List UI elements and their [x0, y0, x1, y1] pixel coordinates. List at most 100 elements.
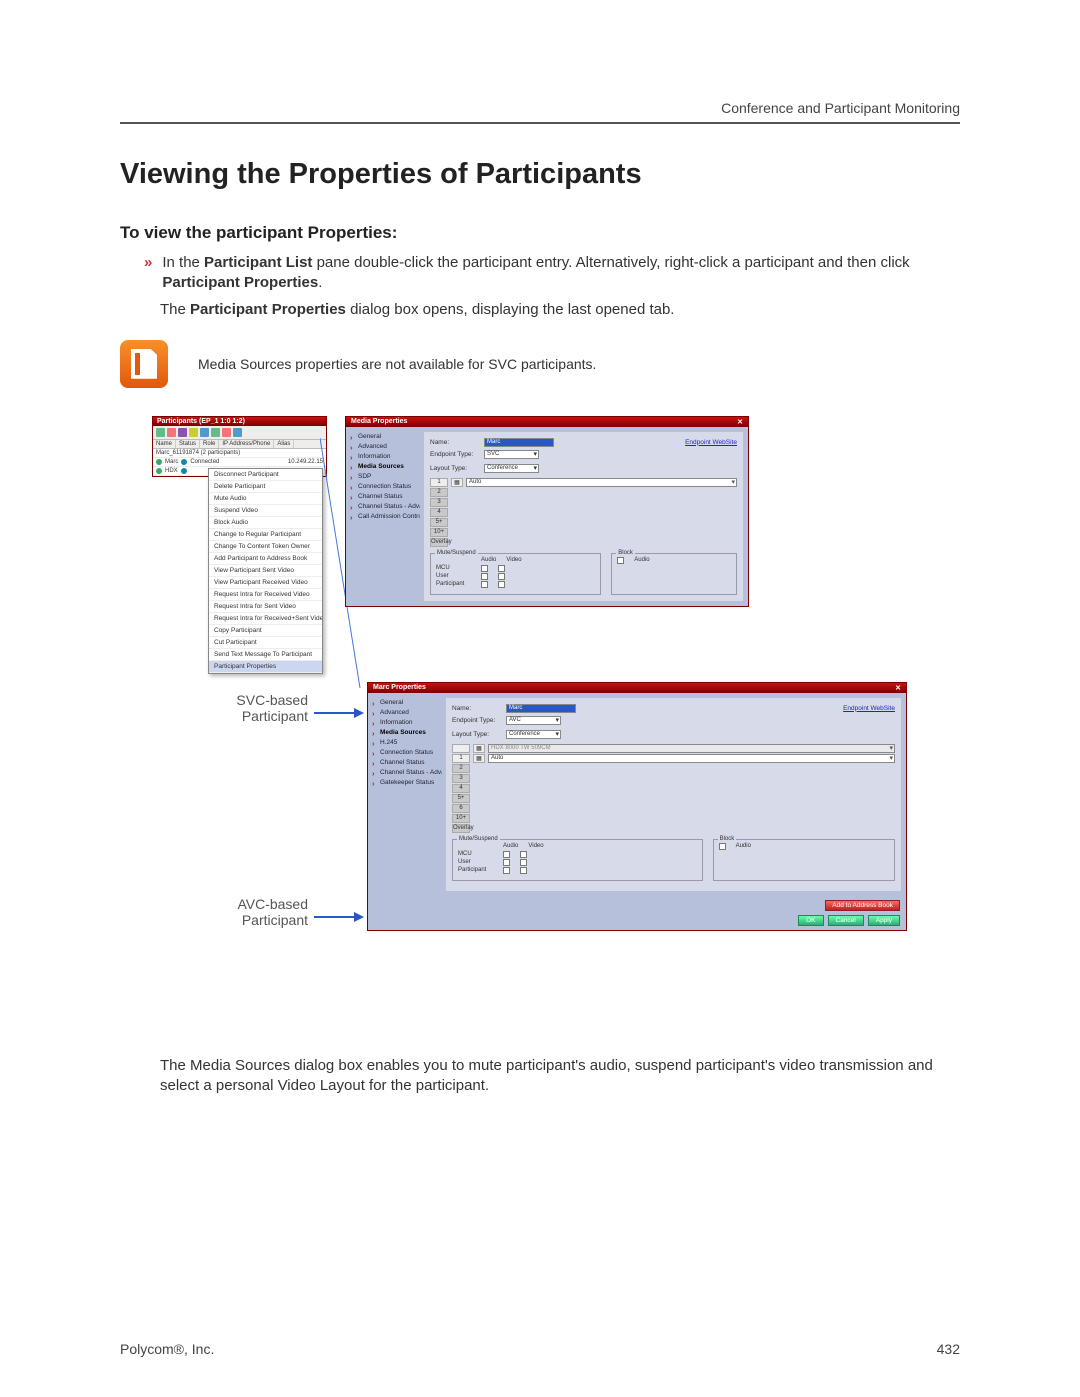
context-menu-item[interactable]: Change to Regular Participant [209, 529, 322, 541]
participants-toolbar[interactable] [153, 426, 326, 440]
arrow-icon [314, 706, 364, 720]
checkbox[interactable] [520, 859, 527, 866]
dialog-titlebar[interactable]: Marc Properties ✕ [368, 683, 906, 693]
context-menu-item[interactable]: Request Intra for Sent Video [209, 601, 322, 613]
sidenav-item[interactable]: General [372, 698, 442, 708]
block-group: Block Audio [611, 553, 737, 595]
context-menu-item[interactable]: Suspend Video [209, 505, 322, 517]
endpoint-type-select[interactable]: SVC [484, 450, 539, 459]
layout-slots: ▦HDX 8000 TW 509CM1▦Auto2345+610+Overlay [452, 744, 895, 833]
layout-type-select[interactable]: Conference [484, 464, 539, 473]
checkbox[interactable] [498, 565, 505, 572]
toolbar-icon[interactable] [211, 428, 220, 437]
sidenav-item[interactable]: Media Sources [372, 728, 442, 738]
checkbox[interactable] [503, 851, 510, 858]
slot-number: 5+ [430, 518, 448, 527]
checkbox[interactable] [498, 581, 505, 588]
context-menu-item[interactable]: Request Intra for Received+Sent Video [209, 613, 322, 625]
context-menu-item[interactable]: Copy Participant [209, 625, 322, 637]
connected-icon [181, 468, 187, 474]
footer-page-number: 432 [937, 1341, 960, 1357]
page-footer: Polycom®, Inc. 432 [120, 1341, 960, 1357]
checkbox[interactable] [503, 867, 510, 874]
sidenav-item[interactable]: Channel Status [372, 758, 442, 768]
sidenav-item[interactable]: Connection Status [350, 482, 420, 492]
context-menu-item[interactable]: Participant Properties [209, 661, 322, 673]
slot-number: 4 [430, 508, 448, 517]
sidenav-item[interactable]: Advanced [350, 442, 420, 452]
context-menu-item[interactable]: Request Intra for Received Video [209, 589, 322, 601]
context-menu-item[interactable]: Delete Participant [209, 481, 322, 493]
cancel-button[interactable]: Cancel [828, 915, 864, 926]
endpoint-website-link[interactable]: Endpoint WebSite [685, 439, 737, 446]
close-icon[interactable]: ✕ [895, 684, 901, 692]
close-icon[interactable]: ✕ [737, 418, 743, 426]
context-menu-item[interactable]: Cut Participant [209, 637, 322, 649]
context-menu-item[interactable]: Disconnect Participant [209, 469, 322, 481]
checkbox[interactable] [481, 565, 488, 572]
sidenav-item[interactable]: SDP [350, 472, 420, 482]
endpoint-type-select[interactable]: AVC [506, 716, 561, 725]
layout-type-select[interactable]: Conference [506, 730, 561, 739]
toolbar-icon[interactable] [189, 428, 198, 437]
toolbar-icon[interactable] [200, 428, 209, 437]
properties-dialog-avc: Marc Properties ✕ GeneralAdvancedInforma… [367, 682, 907, 931]
sidenav-item[interactable]: General [350, 432, 420, 442]
toolbar-icon[interactable] [167, 428, 176, 437]
figure: Participants (EP_1 1:0 1:2) Name Status … [152, 416, 960, 1046]
sidenav-item[interactable]: Advanced [372, 708, 442, 718]
slot-readonly: HDX 8000 TW 509CM [488, 744, 895, 753]
toolbar-icon[interactable] [178, 428, 187, 437]
sidenav-item[interactable]: H.245 [372, 738, 442, 748]
context-menu-item[interactable]: Mute Audio [209, 493, 322, 505]
sidenav-item[interactable]: Channel Status - Adva... [350, 502, 420, 512]
dialog-sidenav[interactable]: GeneralAdvancedInformationMedia SourcesH… [368, 693, 446, 896]
context-menu-item[interactable]: Send Text Message To Participant [209, 649, 322, 661]
checkbox[interactable] [481, 581, 488, 588]
sidenav-item[interactable]: Call Admission Control [350, 512, 420, 522]
ok-button[interactable]: OK [798, 915, 823, 926]
instruction-line2: The Participant Properties dialog box op… [160, 300, 960, 320]
slot-select[interactable]: Auto [488, 754, 895, 763]
context-menu-item[interactable]: Change To Content Token Owner [209, 541, 322, 553]
block-group: Block Audio [713, 839, 895, 881]
checkbox[interactable] [481, 573, 488, 580]
checkbox[interactable] [520, 851, 527, 858]
participants-titlebar: Participants (EP_1 1:0 1:2) [153, 417, 326, 426]
toolbar-icon[interactable] [233, 428, 242, 437]
sidenav-item[interactable]: Channel Status [350, 492, 420, 502]
participant-group-row[interactable]: Marc_61191874 (2 participants) [153, 449, 326, 458]
checkbox[interactable] [617, 557, 624, 564]
context-menu-item[interactable]: Add Participant to Address Book [209, 553, 322, 565]
apply-button[interactable]: Apply [868, 915, 900, 926]
page-title: Viewing the Properties of Participants [120, 158, 960, 191]
endpoint-website-link[interactable]: Endpoint WebSite [843, 705, 895, 712]
instruction-bullet: » In the Participant List pane double-cl… [144, 253, 960, 294]
checkbox[interactable] [520, 867, 527, 874]
context-menu[interactable]: Disconnect ParticipantDelete Participant… [208, 468, 323, 674]
note-icon [120, 340, 168, 388]
toolbar-icon[interactable] [222, 428, 231, 437]
checkbox[interactable] [503, 859, 510, 866]
checkbox[interactable] [498, 573, 505, 580]
context-menu-item[interactable]: View Participant Received Video [209, 577, 322, 589]
name-input[interactable]: Marc [484, 438, 554, 447]
name-input[interactable]: Marc [506, 704, 576, 713]
sidenav-item[interactable]: Information [372, 718, 442, 728]
properties-dialog-svc: Media Properties ✕ GeneralAdvancedInform… [345, 416, 749, 607]
add-to-address-book-button[interactable]: Add to Address Book [825, 900, 900, 911]
name-label: Name: [430, 439, 478, 446]
dialog-titlebar[interactable]: Media Properties ✕ [346, 417, 748, 427]
sidenav-item[interactable]: Media Sources [350, 462, 420, 472]
context-menu-item[interactable]: View Participant Sent Video [209, 565, 322, 577]
sidenav-item[interactable]: Information [350, 452, 420, 462]
checkbox[interactable] [719, 843, 726, 850]
sidenav-item[interactable]: Gatekeeper Status [372, 778, 442, 788]
context-menu-item[interactable]: Block Audio [209, 517, 322, 529]
sidenav-item[interactable]: Channel Status - Adva... [372, 768, 442, 778]
sidenav-item[interactable]: Connection Status [372, 748, 442, 758]
toolbar-icon[interactable] [156, 428, 165, 437]
dialog-sidenav[interactable]: GeneralAdvancedInformationMedia SourcesS… [346, 427, 424, 606]
participant-row[interactable]: Marc Connected 10.249.22.15 [153, 458, 326, 467]
slot-select[interactable]: Auto [466, 478, 737, 487]
